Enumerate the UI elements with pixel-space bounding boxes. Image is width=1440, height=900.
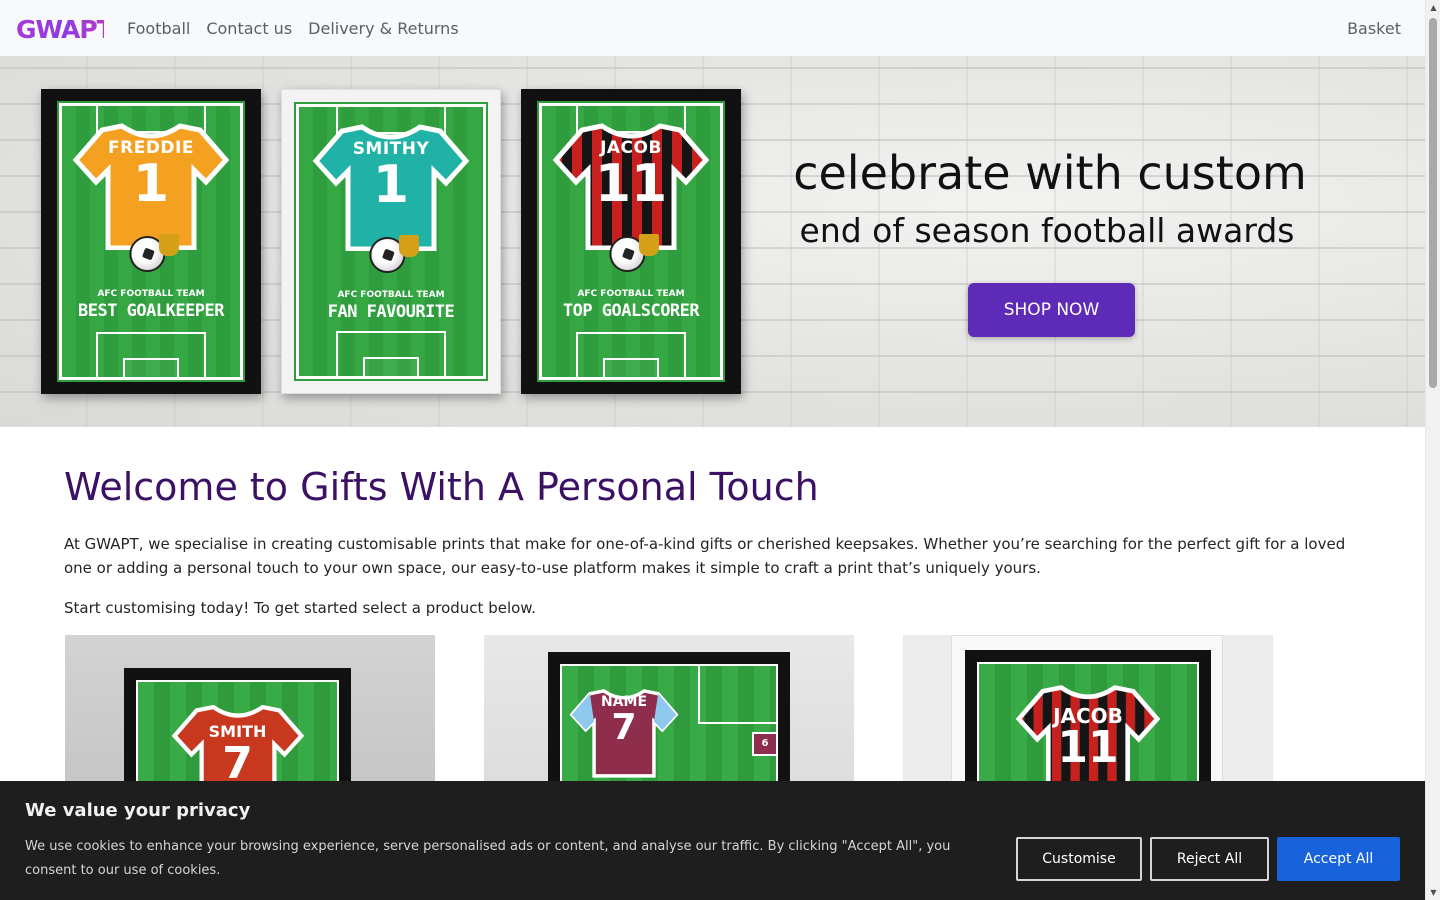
award-title: TOP GOALSCORER bbox=[562, 301, 700, 321]
product-pitch: SMITH 7 bbox=[136, 680, 339, 795]
pitch: FREDDIE 1 AFC FOOTBALL TEAM BEST GOALKEE… bbox=[57, 101, 245, 382]
award-team: AFC FOOTBALL TEAM bbox=[337, 290, 445, 300]
product-shirt-number: 11 bbox=[1057, 722, 1119, 773]
product-shirt-number: 7 bbox=[611, 707, 637, 748]
logo-text: GWAPT bbox=[16, 15, 104, 44]
scroll-up-arrow-icon[interactable]: ▲ bbox=[1426, 0, 1440, 15]
pitch-box-small bbox=[603, 358, 659, 377]
product-frame: SMITH 7 bbox=[124, 668, 351, 795]
award-title: BEST GOALKEEPER bbox=[77, 301, 225, 321]
nav-links: Football Contact us Delivery & Returns bbox=[127, 0, 475, 56]
product-card-2[interactable]: NAME 7 6 bbox=[484, 635, 854, 795]
nav-link-delivery[interactable]: Delivery & Returns bbox=[308, 19, 459, 38]
cookie-title: We value your privacy bbox=[25, 800, 251, 821]
shirt-number: 11 bbox=[594, 154, 668, 214]
award-team: AFC FOOTBALL TEAM bbox=[97, 289, 205, 299]
hero-frame-1: FREDDIE 1 AFC FOOTBALL TEAM BEST GOALKEE… bbox=[41, 89, 261, 394]
shop-now-button[interactable]: SHOP NOW bbox=[968, 283, 1135, 337]
cookie-banner: We value your privacy We use cookies to … bbox=[0, 781, 1425, 900]
pitch-box-small bbox=[123, 358, 179, 377]
shirt-number: 1 bbox=[372, 155, 410, 215]
navbar: GWAPT Football Contact us Delivery & Ret… bbox=[0, 0, 1425, 56]
reject-all-button[interactable]: Reject All bbox=[1150, 837, 1269, 881]
mini-shirt-icon: 6 bbox=[752, 732, 778, 756]
trophy-icon bbox=[639, 234, 659, 256]
product-shirt-number: 7 bbox=[222, 738, 253, 789]
pitch: JACOB 11 AFC FOOTBALL TEAM TOP GOALSCORE… bbox=[537, 101, 725, 382]
product-pitch: NAME 7 6 bbox=[560, 664, 778, 795]
award-title: FAN FAVOURITE bbox=[327, 302, 455, 322]
pitch-box-small bbox=[363, 357, 419, 376]
trophy-icon bbox=[159, 234, 179, 256]
logo-icon: GWAPT bbox=[16, 15, 104, 44]
intro-paragraph: At GWAPT, we specialise in creating cust… bbox=[64, 535, 1346, 577]
accept-all-button[interactable]: Accept All bbox=[1277, 837, 1400, 881]
product-frame: JACOB 11 bbox=[965, 650, 1211, 795]
hero-banner: FREDDIE 1 AFC FOOTBALL TEAM BEST GOALKEE… bbox=[0, 56, 1425, 427]
product-card-3[interactable]: JACOB 11 bbox=[903, 635, 1273, 795]
scroll-down-arrow-icon[interactable]: ▼ bbox=[1426, 885, 1440, 900]
hero-frame-2: SMITHY 1 AFC FOOTBALL TEAM FAN FAVOURITE bbox=[281, 89, 501, 394]
hero-frame-3: JACOB 11 AFC FOOTBALL TEAM TOP GOALSCORE… bbox=[521, 89, 741, 394]
pitch-box bbox=[698, 664, 778, 724]
start-paragraph: Start customising today! To get started … bbox=[64, 599, 536, 617]
basket-link[interactable]: Basket bbox=[1347, 0, 1401, 56]
shirt-number: 1 bbox=[132, 154, 170, 214]
nav-link-contact[interactable]: Contact us bbox=[206, 19, 292, 38]
trophy-icon bbox=[399, 235, 419, 257]
cookie-text: We use cookies to enhance your browsing … bbox=[25, 839, 951, 878]
customise-button[interactable]: Customise bbox=[1016, 837, 1142, 881]
product-pitch: JACOB 11 bbox=[977, 662, 1199, 795]
award-team: AFC FOOTBALL TEAM bbox=[577, 289, 685, 299]
brand-logo[interactable]: GWAPT bbox=[16, 12, 104, 44]
hero-subheadline: end of season football awards bbox=[799, 211, 1295, 250]
nav-link-football[interactable]: Football bbox=[127, 19, 190, 38]
page-title: Welcome to Gifts With A Personal Touch bbox=[64, 465, 819, 509]
vertical-scrollbar[interactable]: ▲ ▼ bbox=[1425, 0, 1440, 900]
pitch: SMITHY 1 AFC FOOTBALL TEAM FAN FAVOURITE bbox=[294, 102, 488, 381]
product-frame: NAME 7 6 bbox=[548, 652, 790, 795]
hero-headline: celebrate with custom bbox=[793, 146, 1307, 200]
product-card-1[interactable]: SMITH 7 bbox=[65, 635, 435, 795]
scrollbar-thumb[interactable] bbox=[1429, 18, 1437, 388]
